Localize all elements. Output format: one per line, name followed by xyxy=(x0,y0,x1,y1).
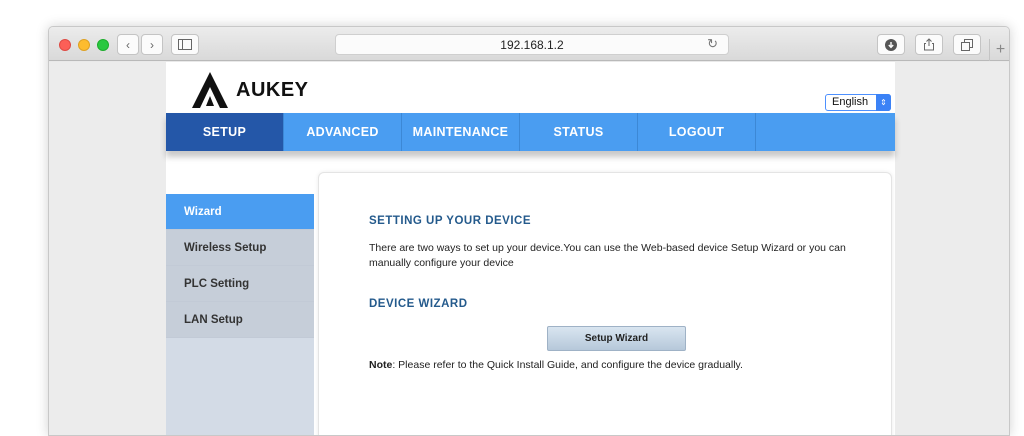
setup-wizard-button[interactable]: Setup Wizard xyxy=(547,326,686,351)
nav-tab-maintenance[interactable]: MAINTENANCE xyxy=(402,113,520,151)
forward-button[interactable]: › xyxy=(141,34,163,55)
nav-tab-setup[interactable]: SETUP xyxy=(166,113,284,151)
setup-description: There are two ways to set up your device… xyxy=(369,242,846,269)
language-select[interactable]: English ⇕ xyxy=(825,94,891,111)
aukey-logo: AUKEY xyxy=(190,70,309,110)
main-nav: SETUP ADVANCED MAINTENANCE STATUS LOGOUT xyxy=(166,113,895,151)
sidebar-item-wireless-setup[interactable]: Wireless Setup xyxy=(166,230,314,266)
brand-name: AUKEY xyxy=(236,78,309,101)
sidebar-item-wizard[interactable]: Wizard xyxy=(166,194,314,230)
setup-heading: SETTING UP YOUR DEVICE xyxy=(369,215,532,227)
nav-tab-advanced[interactable]: ADVANCED xyxy=(284,113,402,151)
chevron-right-icon: › xyxy=(150,37,154,52)
note-text: Note: Please refer to the Quick Install … xyxy=(369,359,743,371)
chevron-left-icon: ‹ xyxy=(126,37,130,52)
sidebar-toggle-button[interactable] xyxy=(171,34,199,55)
fullscreen-window-button[interactable] xyxy=(97,39,109,51)
language-value: English xyxy=(832,96,869,108)
close-window-button[interactable] xyxy=(59,39,71,51)
sidebar-item-plc-setting[interactable]: PLC Setting xyxy=(166,266,314,302)
device-wizard-heading: DEVICE WIZARD xyxy=(369,298,468,310)
browser-toolbar: ‹ › 192.168.1.2 ↻ + xyxy=(49,27,1009,61)
note-label: Note xyxy=(369,359,393,371)
select-arrows-icon: ⇕ xyxy=(876,94,891,111)
sidebar-icon xyxy=(178,39,192,50)
router-page: AUKEY English ⇕ SETUP ADVANCED MAINTENAN… xyxy=(166,62,895,435)
tabs-icon xyxy=(961,38,973,51)
plus-icon: + xyxy=(995,41,1006,58)
back-button[interactable]: ‹ xyxy=(117,34,139,55)
nav-tab-logout[interactable]: LOGOUT xyxy=(638,113,756,151)
sidebar-item-lan-setup[interactable]: LAN Setup xyxy=(166,302,314,338)
browser-window: ‹ › 192.168.1.2 ↻ + AUKEY English ⇕ SETU… xyxy=(48,26,1010,436)
tabs-overview-button[interactable] xyxy=(953,34,981,55)
share-button[interactable] xyxy=(915,34,943,55)
sidebar: Wizard Wireless Setup PLC Setting LAN Se… xyxy=(166,194,314,435)
url-text: 192.168.1.2 xyxy=(500,38,564,52)
share-icon xyxy=(924,38,934,51)
address-bar[interactable]: 192.168.1.2 ↻ xyxy=(335,34,729,55)
nav-tab-status[interactable]: STATUS xyxy=(520,113,638,151)
new-tab-button[interactable]: + xyxy=(989,39,1009,61)
download-icon xyxy=(885,38,897,51)
web-viewport: AUKEY English ⇕ SETUP ADVANCED MAINTENAN… xyxy=(49,62,1009,435)
reload-icon[interactable]: ↻ xyxy=(707,36,718,52)
note-body: : Please refer to the Quick Install Guid… xyxy=(392,359,743,371)
downloads-button[interactable] xyxy=(877,34,905,55)
aukey-logo-icon xyxy=(192,72,228,108)
content-panel: SETTING UP YOUR DEVICE There are two way… xyxy=(318,172,892,435)
minimize-window-button[interactable] xyxy=(78,39,90,51)
